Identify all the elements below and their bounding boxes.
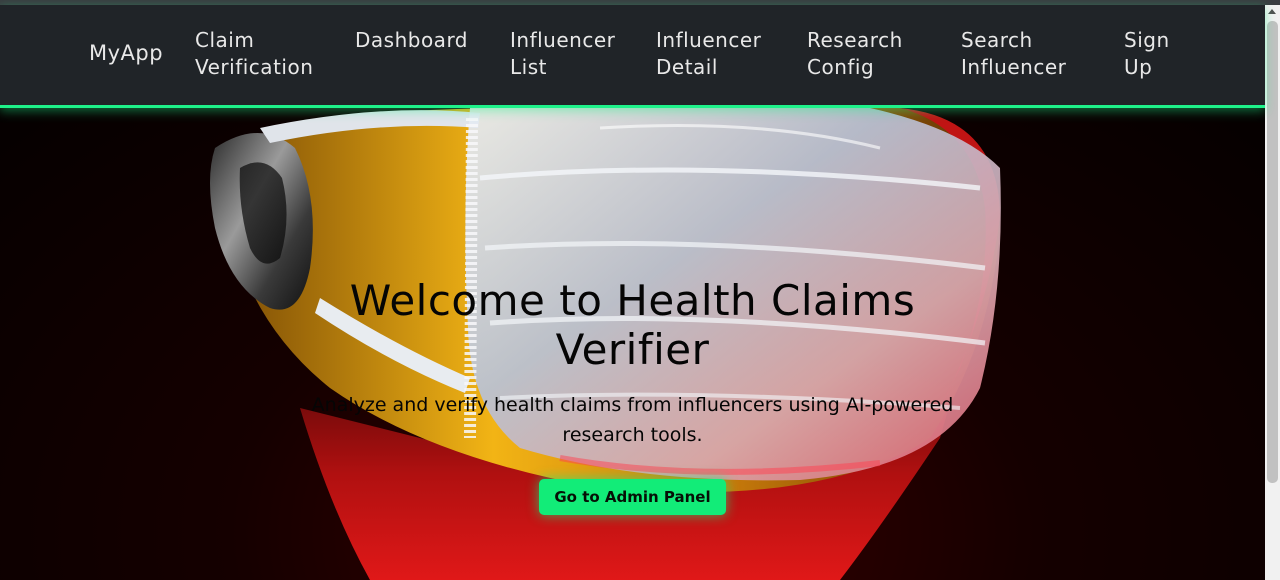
scrollbar-thumb[interactable] — [1267, 21, 1278, 483]
nav-link-dashboard-line1: Dashboard — [355, 28, 469, 52]
navbar: MyApp Claim Verification Dashboard Influ… — [0, 5, 1265, 108]
nav-link-sign-up[interactable]: Sign Up — [1124, 27, 1170, 81]
hero-section: Welcome to Health Claims Verifier Analyz… — [0, 108, 1265, 580]
nav-link-search-influencer[interactable]: Search Influencer — [961, 27, 1066, 81]
hero-title: Welcome to Health Claims Verifier — [349, 276, 916, 374]
nav-link-influencer-detail-line2: Detail — [656, 55, 718, 79]
hero-subtitle: Analyze and verify health claims from in… — [311, 394, 954, 446]
scroll-up-arrow-icon[interactable] — [1268, 9, 1276, 14]
go-to-admin-panel-button[interactable]: Go to Admin Panel — [539, 479, 726, 515]
nav-link-influencer-detail-line1: Influencer — [656, 28, 762, 52]
hero-content: Welcome to Health Claims Verifier Analyz… — [300, 276, 965, 450]
vertical-scrollbar[interactable] — [1265, 5, 1280, 580]
nav-link-sign-up-line2: Up — [1124, 55, 1153, 79]
nav-link-dashboard[interactable]: Dashboard — [355, 27, 468, 54]
nav-link-influencer-list-line2: List — [510, 55, 547, 79]
nav-link-search-influencer-line1: Search — [961, 28, 1033, 52]
nav-link-claim-verification[interactable]: Claim Verification — [195, 27, 313, 81]
nav-link-claim-verification-line2: Verification — [195, 55, 314, 79]
brand-link[interactable]: MyApp — [89, 41, 163, 65]
nav-link-influencer-list[interactable]: Influencer List — [510, 27, 615, 81]
nav-link-research-config[interactable]: Research Config — [807, 27, 903, 81]
nav-link-claim-verification-line1: Claim — [195, 28, 255, 52]
nav-link-search-influencer-line2: Influencer — [961, 55, 1067, 79]
nav-link-sign-up-line1: Sign — [1124, 28, 1170, 52]
nav-link-research-config-line2: Config — [807, 55, 875, 79]
nav-link-research-config-line1: Research — [807, 28, 903, 52]
nav-link-influencer-detail[interactable]: Influencer Detail — [656, 27, 761, 81]
nav-link-influencer-list-line1: Influencer — [510, 28, 616, 52]
